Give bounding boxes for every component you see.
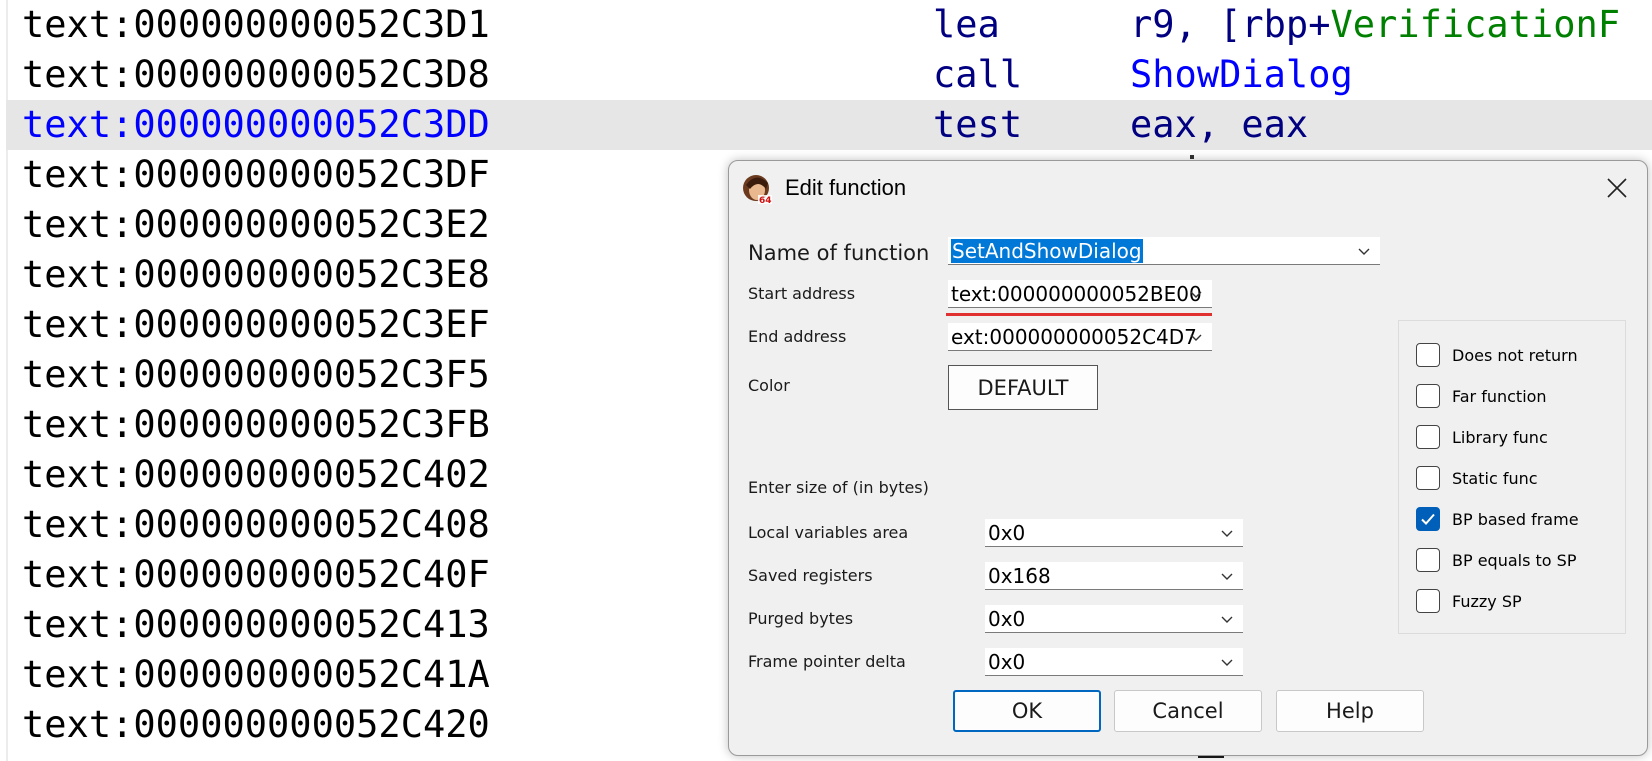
end-address-value: ext:000000000052C4D7: [951, 325, 1197, 349]
start-address-value: text:000000000052BE00: [951, 282, 1202, 306]
chevron-down-icon: [1221, 616, 1233, 623]
checkbox-checked[interactable]: [1416, 507, 1440, 531]
name-of-function-label: Name of function: [748, 241, 930, 265]
checkmark-icon: [1421, 513, 1435, 525]
chevron-down-icon: [1358, 248, 1370, 255]
row-address: text:000000000052C420: [22, 703, 490, 746]
local-variables-label: Local variables area: [748, 523, 909, 542]
operand-text: r9, [rbp+: [1130, 3, 1331, 46]
end-address-label: End address: [748, 327, 847, 346]
dialog-title: Edit function: [785, 175, 907, 200]
row-address: text:000000000052C408: [22, 503, 490, 546]
frame-pointer-delta-combo[interactable]: 0x0: [985, 648, 1243, 676]
flag-label: Static func: [1452, 468, 1538, 488]
checkbox[interactable]: [1416, 548, 1440, 572]
flag-fuzzy-sp[interactable]: Fuzzy SP: [1416, 587, 1522, 615]
cancel-button[interactable]: Cancel: [1114, 690, 1262, 732]
listing-fragment: [1190, 155, 1194, 159]
flag-label: BP equals to SP: [1452, 550, 1577, 570]
chevron-down-icon: [1190, 291, 1202, 298]
flag-far-function[interactable]: Far function: [1416, 382, 1547, 410]
ok-button[interactable]: OK: [953, 690, 1101, 732]
checkbox[interactable]: [1416, 466, 1440, 490]
size-heading: Enter size of (in bytes): [748, 478, 929, 497]
saved-registers-combo[interactable]: 0x168: [985, 562, 1243, 590]
row-operands: ShowDialog: [1130, 50, 1353, 100]
checkbox[interactable]: [1416, 343, 1440, 367]
close-button[interactable]: [1597, 168, 1637, 208]
row-address: text:000000000052C3F5: [22, 353, 490, 396]
row-mnemonic: test: [933, 103, 1023, 146]
dialog-titlebar[interactable]: 64 Edit function: [729, 161, 1647, 215]
chevron-down-icon: [1190, 334, 1202, 341]
row-address: text:000000000052C3E2: [22, 203, 490, 246]
function-name-combo[interactable]: SetAndShowDialog: [948, 237, 1380, 265]
flag-does-not-return[interactable]: Does not return: [1416, 341, 1578, 369]
flag-static-func[interactable]: Static func: [1416, 464, 1538, 492]
frame-pointer-delta-label: Frame pointer delta: [748, 652, 906, 671]
local-variables-combo[interactable]: 0x0: [985, 519, 1243, 547]
checkbox[interactable]: [1416, 384, 1440, 408]
checkbox[interactable]: [1416, 425, 1440, 449]
saved-registers-value: 0x168: [988, 564, 1051, 588]
row-address: text:000000000052C40F: [22, 553, 490, 596]
start-address-label: Start address: [748, 284, 856, 303]
flag-label: BP based frame: [1452, 509, 1579, 529]
flag-label: Does not return: [1452, 345, 1578, 365]
listing-row[interactable]: text:000000000052C3D1 lea r9, [rbp+Verif…: [6, 0, 1652, 50]
color-default-button[interactable]: DEFAULT: [948, 365, 1098, 410]
row-address: text:000000000052C3DF: [22, 153, 490, 196]
row-address: text:000000000052C3EF: [22, 303, 490, 346]
operand-function[interactable]: ShowDialog: [1130, 53, 1353, 96]
row-address: text:000000000052C3DD: [22, 103, 490, 146]
row-mnemonic: lea: [933, 3, 1000, 46]
operand-var[interactable]: VerificationF: [1330, 3, 1620, 46]
flag-bp-based-frame[interactable]: BP based frame: [1416, 505, 1579, 533]
row-address: text:000000000052C402: [22, 453, 490, 496]
row-address: text:000000000052C41A: [22, 653, 490, 696]
purged-bytes-value: 0x0: [988, 607, 1026, 631]
chevron-down-icon: [1221, 530, 1233, 537]
close-icon: [1607, 178, 1627, 198]
row-address: text:000000000052C3D1: [22, 3, 490, 46]
row-address: text:000000000052C3FB: [22, 403, 490, 446]
purged-bytes-combo[interactable]: 0x0: [985, 605, 1243, 633]
purged-bytes-label: Purged bytes: [748, 609, 854, 628]
svg-text:64: 64: [759, 196, 772, 205]
row-address: text:000000000052C3D8: [22, 53, 490, 96]
row-mnemonic: call: [933, 53, 1023, 96]
flag-bp-equals-sp[interactable]: BP equals to SP: [1416, 546, 1576, 574]
checkbox[interactable]: [1416, 589, 1440, 613]
flag-label: Library func: [1452, 427, 1548, 447]
function-name-value: SetAndShowDialog: [951, 239, 1143, 263]
help-button[interactable]: Help: [1276, 690, 1424, 732]
annotation-underline: [946, 313, 1212, 316]
flag-label: Fuzzy SP: [1452, 591, 1522, 611]
local-variables-value: 0x0: [988, 521, 1026, 545]
color-label: Color: [748, 376, 790, 395]
saved-registers-label: Saved registers: [748, 566, 873, 585]
listing-row-selected[interactable]: text:000000000052C3DD test eax, eax: [6, 100, 1652, 150]
row-address: text:000000000052C413: [22, 603, 490, 646]
flag-library-func[interactable]: Library func: [1416, 423, 1548, 451]
chevron-down-icon: [1221, 573, 1233, 580]
frame-pointer-delta-value: 0x0: [988, 650, 1026, 674]
chevron-down-icon: [1221, 659, 1233, 666]
ida-app-icon: 64: [742, 173, 774, 206]
row-operands: r9, [rbp+VerificationF: [1130, 0, 1620, 50]
row-operands: eax, eax: [1130, 103, 1309, 146]
end-address-combo[interactable]: ext:000000000052C4D7: [948, 323, 1212, 351]
row-address: text:000000000052C3E8: [22, 253, 490, 296]
start-address-combo[interactable]: text:000000000052BE00: [948, 280, 1212, 308]
flag-label: Far function: [1452, 386, 1547, 406]
listing-row[interactable]: text:000000000052C3D8 call ShowDialog: [6, 50, 1652, 100]
